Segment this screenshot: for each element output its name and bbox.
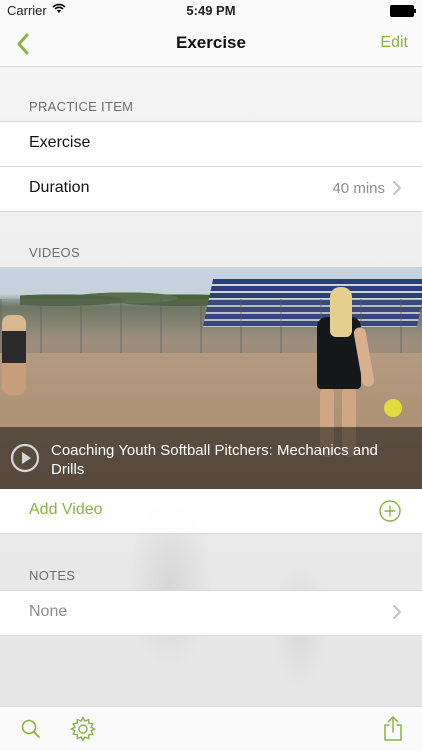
notes-header: NOTES — [29, 568, 76, 583]
video-title[interactable]: Coaching Youth Softball Pitchers: Mechan… — [51, 441, 401, 479]
duration-label: Duration — [29, 179, 90, 196]
player-figure — [2, 315, 26, 395]
add-video-label: Add Video — [29, 501, 103, 518]
battery-icon — [390, 5, 416, 17]
videos-header: VIDEOS — [29, 245, 80, 260]
practice-item-header: PRACTICE ITEM — [29, 99, 134, 114]
status-bar: Carrier 5:49 PM — [0, 0, 422, 22]
navigation-bar: Exercise Edit — [0, 22, 422, 67]
page-title: Exercise — [176, 33, 246, 52]
duration-value: 40 mins — [332, 180, 385, 197]
search-icon[interactable] — [17, 715, 45, 743]
edit-button[interactable]: Edit — [380, 34, 408, 52]
notes-value: None — [29, 603, 68, 620]
share-icon[interactable] — [379, 715, 407, 743]
add-circle-icon[interactable] — [379, 500, 401, 522]
exercise-name-cell[interactable]: Exercise — [0, 121, 422, 166]
play-icon[interactable] — [10, 443, 40, 473]
chevron-right-icon — [393, 605, 401, 619]
notes-cell[interactable]: None — [0, 590, 422, 636]
duration-cell[interactable]: Duration 40 mins — [0, 166, 422, 212]
exercise-name: Exercise — [29, 134, 91, 151]
add-video-cell[interactable]: Add Video — [0, 489, 422, 534]
gear-icon[interactable] — [69, 715, 97, 743]
bottom-toolbar — [0, 706, 422, 751]
chevron-right-icon — [393, 181, 401, 195]
status-time: 5:49 PM — [186, 3, 236, 18]
softball — [384, 399, 402, 417]
